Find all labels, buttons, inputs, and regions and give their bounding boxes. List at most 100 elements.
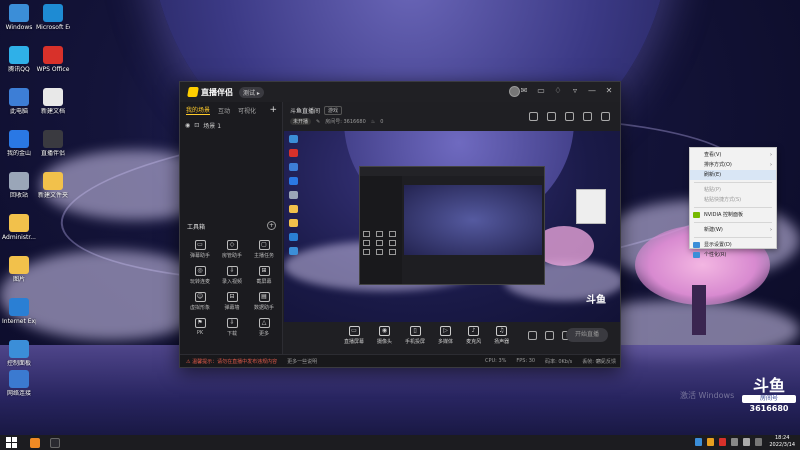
more-icon: △ bbox=[258, 318, 270, 328]
tool-item[interactable]: ▢ 主播任务 bbox=[248, 240, 280, 259]
gift-icon[interactable] bbox=[529, 112, 538, 121]
status-link[interactable]: 更多一些说明 bbox=[287, 358, 317, 365]
source-camera-button[interactable]: ◉ 摄像头 bbox=[377, 326, 392, 345]
desktop-icon[interactable]: 此电脑 bbox=[2, 88, 36, 115]
minimize-button[interactable]: — bbox=[587, 86, 597, 96]
share-icon[interactable] bbox=[601, 112, 610, 121]
edit-icon[interactable]: ✎ bbox=[316, 119, 320, 125]
monitor-icon: ▭ bbox=[348, 326, 360, 336]
volume-icon[interactable] bbox=[743, 438, 750, 446]
taskbar: 18:24 2022/3/14 bbox=[0, 435, 800, 450]
qq-icon bbox=[9, 46, 29, 64]
desktop-icon[interactable]: 网络连接 bbox=[2, 370, 36, 397]
feedback-link[interactable]: 意见反馈 bbox=[596, 358, 616, 365]
tool-item[interactable]: ☺ 虚拟形象 bbox=[184, 292, 216, 311]
context-menu-item[interactable]: 显示设置(D) bbox=[690, 240, 776, 250]
room-category-tag[interactable]: 游戏 bbox=[324, 106, 343, 115]
tray-icon[interactable] bbox=[707, 438, 714, 446]
source-media-button[interactable]: ▷ 多媒体 bbox=[438, 326, 453, 345]
desktop-icon[interactable]: Microsoft Edge bbox=[36, 4, 70, 31]
context-menu-item[interactable]: NVIDIA 控制面板 bbox=[690, 210, 776, 220]
microphone-button[interactable]: ♪ 麦克风 bbox=[466, 326, 481, 345]
shirt-icon[interactable]: ♢ bbox=[553, 86, 563, 96]
tool-label: 截屏幕 bbox=[256, 279, 272, 285]
bell-icon[interactable] bbox=[583, 112, 592, 121]
douyu-badge: 斗鱼 房间号 3616680 bbox=[742, 378, 796, 413]
desktop-icon[interactable]: 直播伴侣 bbox=[36, 130, 70, 157]
context-menu-item[interactable]: 个性化(R) bbox=[690, 250, 776, 260]
desktop-icon[interactable]: 新建文件夹 bbox=[36, 172, 70, 199]
desktop-icon[interactable]: 我的金山 bbox=[2, 130, 36, 157]
desktop-icon-label: Internet Explorer bbox=[2, 318, 36, 325]
eye-icon[interactable]: ◉ bbox=[185, 122, 190, 129]
mini-icon bbox=[288, 219, 298, 227]
download-icon: ⇩ bbox=[226, 318, 238, 328]
tool-item[interactable]: ▤ 数据助手 bbox=[248, 292, 280, 311]
user-folder-icon bbox=[9, 214, 29, 232]
network-icon[interactable] bbox=[731, 438, 738, 446]
context-menu-item[interactable]: 排序方式(O) › bbox=[690, 160, 776, 170]
taskbar-app-icon[interactable] bbox=[30, 437, 40, 448]
tray-icon[interactable] bbox=[719, 438, 726, 446]
desktop-icon[interactable]: 腾讯QQ bbox=[2, 46, 36, 73]
desktop-icon[interactable]: 回收站 bbox=[2, 172, 36, 199]
tool-item[interactable]: ⊞ 截屏幕 bbox=[248, 266, 280, 285]
tool-item[interactable]: △ 更多 bbox=[248, 318, 280, 337]
desktop-icon[interactable]: 图片 bbox=[2, 256, 36, 283]
tool-label: 主播任务 bbox=[253, 253, 274, 259]
store-icon[interactable] bbox=[547, 112, 556, 121]
ime-icon[interactable] bbox=[755, 438, 762, 446]
context-menu-item: 粘贴(P) bbox=[690, 185, 776, 195]
context-menu-item[interactable]: 刷新(E) bbox=[690, 170, 776, 180]
menu-item-label: 显示设置(D) bbox=[704, 242, 732, 248]
taskbar-live-companion-icon[interactable] bbox=[50, 437, 60, 448]
screenshot-icon: ⊞ bbox=[258, 266, 270, 276]
settings-icon[interactable] bbox=[565, 112, 574, 121]
close-button[interactable]: ✕ bbox=[604, 86, 614, 96]
control-panel-icon bbox=[9, 340, 29, 358]
tab-interact[interactable]: 互动 bbox=[218, 106, 230, 115]
tab-visual[interactable]: 可视化 bbox=[238, 106, 256, 115]
desktop-icon[interactable]: Windows bbox=[2, 4, 36, 31]
tool-item[interactable]: ⚑ PK bbox=[184, 318, 216, 337]
desktop-icon[interactable]: 新建文档 bbox=[36, 88, 70, 115]
start-live-button[interactable]: 开始直播 bbox=[566, 328, 608, 342]
source-phone-button[interactable]: ▯ 手机投屏 bbox=[405, 326, 425, 345]
menu-item-label: 个性化(R) bbox=[704, 252, 727, 258]
scene-item[interactable]: ◉ ⊡ 场景 1 bbox=[180, 118, 282, 132]
menu-icon[interactable]: ▿ bbox=[570, 86, 580, 96]
eye-icon[interactable] bbox=[545, 331, 555, 340]
speaker-button[interactable]: ♫ 扬声器 bbox=[494, 326, 509, 345]
status-bar: ⚠ 温馨提示：请勿在直播中发布违规内容 更多一些说明 CPU: 3% FPS: … bbox=[180, 354, 620, 367]
menu-item-icon bbox=[693, 212, 700, 218]
toolbox-add-button[interactable]: + bbox=[267, 221, 276, 230]
live-preview[interactable]: 斗鱼 bbox=[284, 131, 620, 322]
tray-icon[interactable] bbox=[695, 438, 702, 446]
mail-icon[interactable]: ✉ bbox=[519, 86, 529, 96]
version-badge[interactable]: 测试 ▸ bbox=[239, 86, 264, 98]
desktop-icon[interactable]: WPS Office bbox=[36, 46, 70, 73]
scene-grid-icon: ⊡ bbox=[194, 121, 200, 129]
screen-icon[interactable]: ▭ bbox=[536, 86, 546, 96]
record-video-icon[interactable] bbox=[528, 331, 538, 340]
desktop-icon[interactable]: 控制面板 bbox=[2, 340, 36, 367]
context-menu-item[interactable]: 新建(W) › bbox=[690, 225, 776, 235]
desktop-icon[interactable]: Administr... bbox=[2, 214, 36, 241]
tool-item[interactable]: ◎ 玩转连麦 bbox=[184, 266, 216, 285]
taskbar-clock[interactable]: 18:24 2022/3/14 bbox=[769, 435, 795, 449]
mini-icon bbox=[288, 163, 298, 171]
tool-item[interactable]: ◇ 房管助手 bbox=[216, 240, 248, 259]
add-scene-icon[interactable]: + bbox=[269, 105, 277, 115]
room-title[interactable]: 斗鱼直播间 bbox=[290, 106, 320, 115]
control-label: 多媒体 bbox=[438, 339, 454, 345]
tab-my-scenes[interactable]: 我的场景 bbox=[186, 105, 211, 115]
context-menu-item[interactable]: 查看(V) › bbox=[690, 150, 776, 160]
title-bar[interactable]: 直播伴侣 测试 ▸ ✉ ▭ ♢ ▿ — ✕ bbox=[180, 82, 620, 102]
tool-item[interactable]: ▭ 弹幕助手 bbox=[184, 240, 216, 259]
tool-item[interactable]: ⇩ 下载 bbox=[216, 318, 248, 337]
source-screen-button[interactable]: ▭ 直播屏幕 bbox=[344, 326, 364, 345]
desktop-icon[interactable]: Internet Explorer bbox=[2, 298, 36, 325]
start-button[interactable] bbox=[6, 435, 20, 450]
tool-item[interactable]: ⇩ 录入视频 bbox=[216, 266, 248, 285]
tool-item[interactable]: ⊟ 弹幕墙 bbox=[216, 292, 248, 311]
